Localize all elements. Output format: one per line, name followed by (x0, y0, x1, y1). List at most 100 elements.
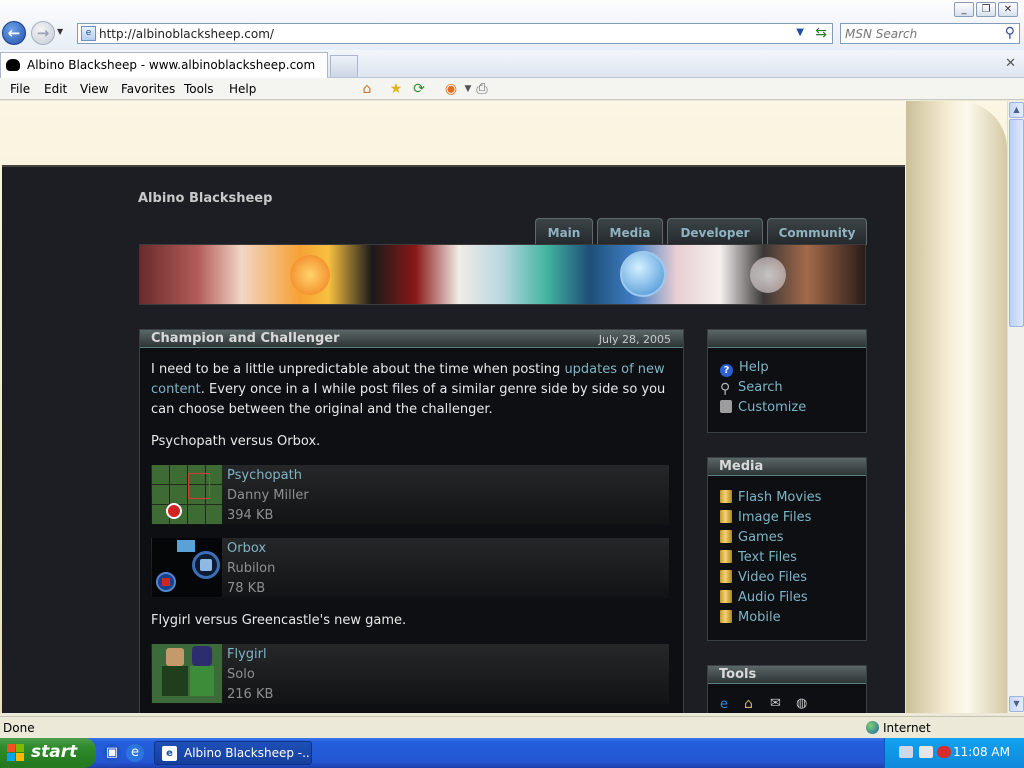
link-label: Mobile (738, 610, 781, 625)
link-label: Image Files (738, 510, 812, 525)
sidebar-search-link[interactable]: ⚲ Search (720, 380, 783, 396)
article-title: Champion and Challenger (151, 331, 340, 346)
arrow-left-icon: ← (7, 24, 21, 42)
folder-icon (720, 530, 732, 543)
ie-tool-icon[interactable]: e (720, 697, 728, 712)
intro-text: I need to be a little unpredictable abou… (151, 362, 565, 377)
home-tool-icon[interactable]: ⌂ (744, 696, 753, 712)
network-icon[interactable] (919, 746, 933, 758)
sidebar-item-audio-files[interactable]: Audio Files (720, 590, 808, 605)
folder-icon (720, 550, 732, 563)
link-label: Text Files (738, 550, 797, 565)
orbox-thumbnail[interactable] (152, 538, 222, 597)
taskbar-item-albino-blacksheep[interactable]: e Albino Blacksheep -... (154, 741, 312, 765)
start-button[interactable]: start (0, 738, 96, 768)
window-controls: _ ❐ ✕ (954, 2, 1018, 17)
site-title[interactable]: Albino Blacksheep (138, 191, 272, 206)
sidebar-item-text-files[interactable]: Text Files (720, 550, 797, 565)
ie-quicklaunch-icon[interactable]: e (126, 744, 144, 762)
file-row-psychopath[interactable]: Psychopath Danny Miller 394 KB (151, 465, 669, 525)
nav-tab-developer[interactable]: Developer (667, 218, 763, 245)
favorites-star-icon[interactable]: ★ (387, 80, 405, 98)
lightbulb-tool-icon[interactable]: ◍ (796, 696, 807, 711)
new-tab-button[interactable] (330, 55, 358, 77)
recent-pages-dropdown[interactable]: ▼ (57, 27, 63, 36)
address-input[interactable] (99, 25, 789, 42)
arrow-right-icon: → (36, 24, 50, 42)
vertical-scrollbar[interactable]: ▲ ▼ (1007, 101, 1024, 713)
search-input[interactable] (845, 25, 995, 42)
minimize-button[interactable]: _ (954, 2, 974, 17)
page-icon: e (81, 26, 96, 41)
sidebar-item-video-files[interactable]: Video Files (720, 570, 807, 585)
folder-icon (720, 510, 732, 523)
scroll-down-button[interactable]: ▼ (1009, 696, 1024, 712)
link-label: Search (738, 380, 783, 395)
security-zone[interactable]: Internet (866, 721, 931, 735)
scroll-thumb[interactable] (1009, 119, 1024, 327)
sidebar-item-mobile[interactable]: Mobile (720, 610, 781, 625)
forward-button[interactable]: → (31, 21, 55, 45)
tab-strip: Albino Blacksheep - www.albinoblacksheep… (0, 50, 1024, 78)
tab-albino-blacksheep[interactable]: Albino Blacksheep - www.albinoblacksheep… (0, 52, 328, 78)
menu-favorites[interactable]: Favorites (121, 82, 175, 96)
folder-icon (720, 490, 732, 503)
search-icon[interactable]: ⚲ (1005, 25, 1015, 41)
link-label: Video Files (738, 570, 808, 585)
nav-tab-community[interactable]: Community (767, 218, 867, 245)
tab-title: Albino Blacksheep - www.albinoblacksheep… (27, 58, 316, 72)
menu-file[interactable]: File (10, 82, 30, 96)
sidebar-item-games[interactable]: Games (720, 530, 783, 545)
monitor-icon[interactable] (899, 746, 913, 758)
globe-icon (866, 721, 879, 734)
scroll-up-button[interactable]: ▲ (1009, 102, 1024, 118)
status-bar: Done Internet (0, 716, 1024, 738)
file-name[interactable]: Psychopath (227, 468, 302, 483)
psychopath-thumbnail[interactable] (152, 465, 222, 524)
address-dropdown-icon[interactable]: ▼ (796, 27, 804, 38)
close-window-button[interactable]: ✕ (998, 2, 1018, 17)
sidebar-help-link[interactable]: ? Help (720, 360, 769, 377)
link-label: Help (739, 360, 769, 375)
file-row-orbox[interactable]: Orbox Rubilon 78 KB (151, 538, 669, 598)
feeds-icon[interactable]: ◉ (442, 80, 460, 98)
sidebar-item-flash-movies[interactable]: Flash Movies (720, 490, 821, 505)
ie-window-icon: e (162, 746, 177, 761)
nav-tab-media[interactable]: Media (597, 218, 663, 245)
address-toolbar: _ ❐ ✕ ← → ▼ e ▼ ⇆ ⚲ (0, 0, 1024, 50)
back-button[interactable]: ← (2, 21, 26, 45)
menu-view[interactable]: View (80, 82, 108, 96)
tools-panel-header: Tools (708, 666, 866, 684)
flygirl-thumbnail[interactable] (152, 644, 222, 703)
nav-tab-main[interactable]: Main (535, 218, 593, 245)
folder-icon (720, 590, 732, 603)
media-panel-title: Media (719, 459, 764, 474)
close-tab-icon[interactable]: ✕ (1005, 56, 1016, 71)
file-row-flygirl[interactable]: Flygirl Solo 216 KB (151, 644, 669, 704)
file-size: 78 KB (227, 581, 266, 596)
file-name[interactable]: Flygirl (227, 647, 267, 662)
print-icon[interactable]: ⎙ (473, 80, 491, 98)
pair1-heading: Psychopath versus Orbox. (151, 434, 321, 449)
magnifier-icon: ⚲ (720, 381, 731, 397)
menu-help[interactable]: Help (229, 82, 256, 96)
restore-button[interactable]: ❐ (976, 2, 996, 17)
menu-tools[interactable]: Tools (184, 82, 214, 96)
sidebar-customize-link[interactable]: Customize (720, 400, 806, 415)
link-label: Games (738, 530, 784, 545)
file-name[interactable]: Orbox (227, 541, 266, 556)
home-icon[interactable]: ⌂ (358, 80, 376, 98)
security-shield-icon[interactable] (937, 746, 951, 758)
sidebar-item-image-files[interactable]: Image Files (720, 510, 811, 525)
site-banner-image (139, 244, 866, 305)
article-panel: Champion and Challenger July 28, 2005 I … (139, 329, 684, 713)
windows-flag-icon (7, 744, 25, 762)
mail-tool-icon[interactable]: ✉ (770, 696, 781, 711)
history-icon[interactable]: ⟳ (410, 80, 428, 98)
show-desktop-icon[interactable]: ▣ (103, 744, 121, 762)
media-panel: Media Flash Movies Image Files Games Tex… (707, 457, 867, 641)
refresh-icon[interactable]: ⇆ (815, 25, 827, 41)
page-frame-edge (906, 101, 1007, 713)
link-label: Flash Movies (738, 490, 822, 505)
menu-edit[interactable]: Edit (44, 82, 67, 96)
